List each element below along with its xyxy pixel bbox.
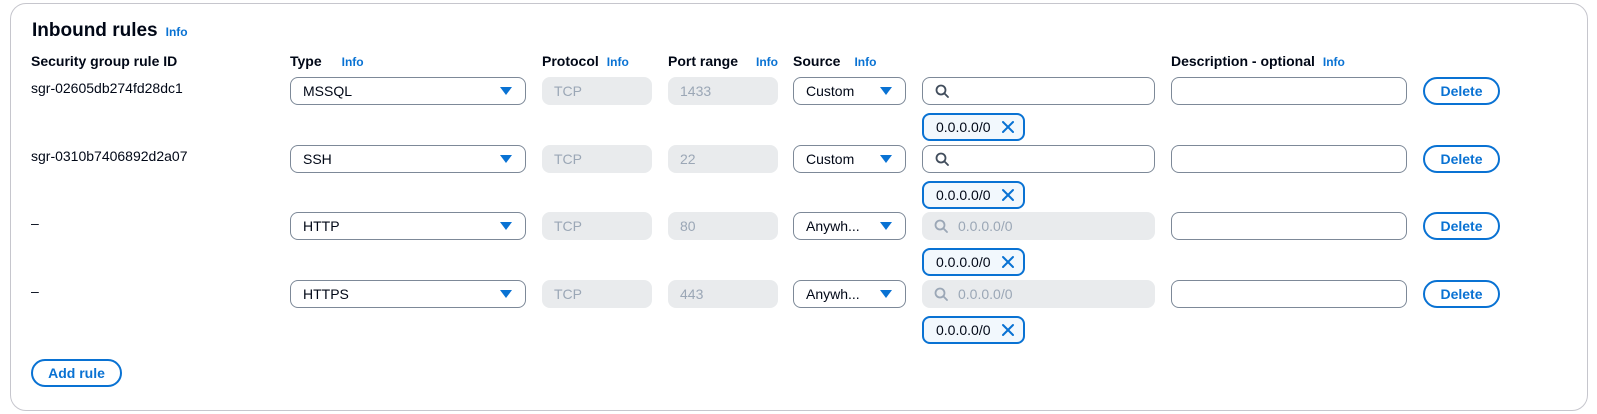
cidr-search-input: 0.0.0.0/0 xyxy=(922,279,1155,308)
rule-id: – xyxy=(31,282,39,299)
column-header-port-range: Port range Info xyxy=(668,53,778,69)
delete-rule-button[interactable]: Delete xyxy=(1423,279,1500,308)
type-info-link[interactable]: Info xyxy=(342,55,364,69)
rule-id: sgr-02605db274fd28dc1 xyxy=(31,80,183,96)
port-range-field: 1433 xyxy=(668,77,778,105)
cidr-token-label: 0.0.0.0/0 xyxy=(936,186,991,203)
search-icon xyxy=(934,287,948,301)
protocol-field: TCP xyxy=(542,212,652,240)
cidr-search-input[interactable] xyxy=(922,144,1155,173)
caret-down-icon xyxy=(500,222,512,230)
type-select-value: MSSQL xyxy=(303,83,353,99)
caret-down-icon xyxy=(500,87,512,95)
source-select[interactable]: Custom xyxy=(793,77,906,105)
caret-down-icon xyxy=(880,87,892,95)
search-input-value: 0.0.0.0/0 xyxy=(958,218,1013,234)
delete-rule-button[interactable]: Delete xyxy=(1423,212,1500,240)
column-header-description: Description - optional Info xyxy=(1171,53,1345,69)
protocol-field: TCP xyxy=(542,144,652,173)
protocol-field: TCP xyxy=(542,279,652,308)
caret-down-icon xyxy=(500,154,512,163)
cidr-token: 0.0.0.0/0 xyxy=(922,315,1025,344)
source-select-value: Anywh... xyxy=(806,218,860,234)
port-range-field: 22 xyxy=(668,144,778,173)
cidr-token: 0.0.0.0/0 xyxy=(922,113,1025,141)
column-label: Type xyxy=(290,53,322,69)
cidr-token: 0.0.0.0/0 xyxy=(922,180,1025,209)
rule-id: sgr-0310b7406892d2a07 xyxy=(31,147,188,164)
search-input-value: 0.0.0.0/0 xyxy=(958,285,1013,302)
column-label: Security group rule ID xyxy=(31,53,178,69)
cidr-token-label: 0.0.0.0/0 xyxy=(936,254,991,270)
column-header-rule-id: Security group rule ID xyxy=(31,53,177,69)
cidr-search-input: 0.0.0.0/0 xyxy=(922,212,1155,240)
source-select[interactable]: Custom xyxy=(793,144,906,173)
inbound-rules-panel: Inbound rules Info Security group rule I… xyxy=(10,3,1588,411)
description-info-link[interactable]: Info xyxy=(1323,55,1345,69)
protocol-field: TCP xyxy=(542,77,652,105)
caret-down-icon xyxy=(880,222,892,230)
type-select[interactable]: SSH xyxy=(290,144,526,173)
rule-id: – xyxy=(31,215,39,231)
close-icon[interactable] xyxy=(1001,323,1015,337)
panel-header: Inbound rules Info xyxy=(32,20,188,42)
search-icon xyxy=(934,219,948,233)
column-label: Description - optional xyxy=(1171,53,1315,69)
title-info-link[interactable]: Info xyxy=(166,25,188,39)
caret-down-icon xyxy=(880,154,892,163)
type-select[interactable]: HTTP xyxy=(290,212,526,240)
caret-down-icon xyxy=(500,289,512,298)
source-select-value: Custom xyxy=(806,83,855,99)
column-label: Port range xyxy=(668,53,739,69)
source-select-value: Custom xyxy=(806,150,855,167)
cidr-token-label: 0.0.0.0/0 xyxy=(936,119,991,135)
cidr-search-input[interactable] xyxy=(922,77,1155,105)
description-input[interactable] xyxy=(1171,212,1407,240)
source-info-link[interactable]: Info xyxy=(854,55,876,69)
delete-rule-button[interactable]: Delete xyxy=(1423,144,1500,173)
column-header-source: Source Info xyxy=(793,53,876,69)
close-icon[interactable] xyxy=(1001,255,1015,269)
close-icon[interactable] xyxy=(1001,188,1015,202)
port-range-field: 443 xyxy=(668,279,778,308)
source-select[interactable]: Anywh... xyxy=(793,279,906,308)
type-select-value: HTTPS xyxy=(303,285,349,302)
delete-rule-button[interactable]: Delete xyxy=(1423,77,1500,105)
page-title: Inbound rules xyxy=(32,20,158,41)
type-select[interactable]: MSSQL xyxy=(290,77,526,105)
port-range-field: 80 xyxy=(668,212,778,240)
source-select[interactable]: Anywh... xyxy=(793,212,906,240)
port-range-info-link[interactable]: Info xyxy=(756,55,778,69)
add-rule-button[interactable]: Add rule xyxy=(31,359,122,387)
cidr-token-label: 0.0.0.0/0 xyxy=(936,321,991,338)
column-header-type: Type Info xyxy=(290,53,364,69)
column-label: Source xyxy=(793,53,841,69)
close-icon[interactable] xyxy=(1001,120,1015,134)
column-header-protocol: Protocol Info xyxy=(542,53,629,69)
source-select-value: Anywh... xyxy=(806,285,860,302)
caret-down-icon xyxy=(880,289,892,298)
search-icon xyxy=(935,84,949,98)
type-select-value: HTTP xyxy=(303,218,340,234)
description-input[interactable] xyxy=(1171,279,1407,308)
description-input[interactable] xyxy=(1171,144,1407,173)
cidr-token: 0.0.0.0/0 xyxy=(922,248,1025,276)
protocol-info-link[interactable]: Info xyxy=(607,55,629,69)
type-select[interactable]: HTTPS xyxy=(290,279,526,308)
search-icon xyxy=(935,152,949,166)
description-input[interactable] xyxy=(1171,77,1407,105)
column-label: Protocol xyxy=(542,53,599,69)
type-select-value: SSH xyxy=(303,150,332,167)
